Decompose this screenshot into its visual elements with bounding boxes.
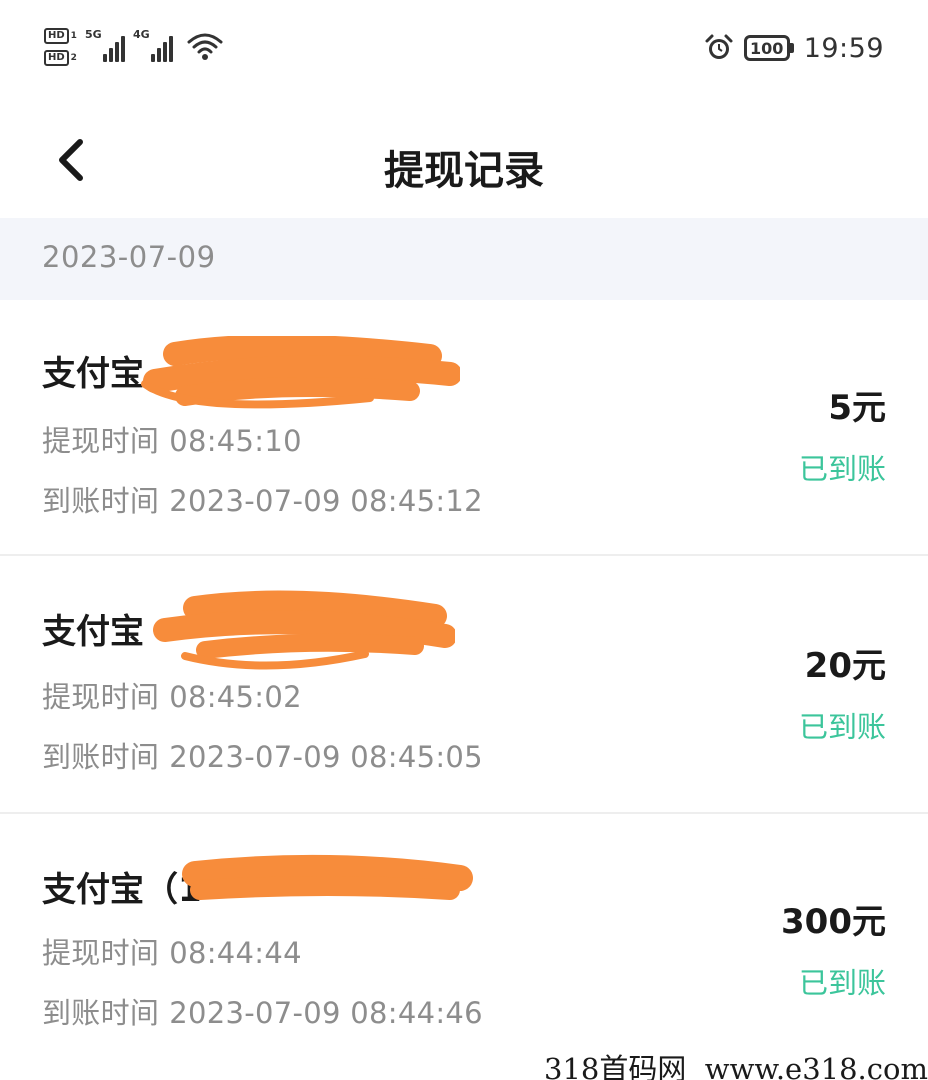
date-group-label: 2023-07-09	[42, 240, 216, 274]
status-bar-right: 100 19:59	[704, 28, 884, 68]
signal-icon-sim1: 5G	[85, 28, 125, 62]
hd1-sub: 1	[70, 31, 77, 41]
record-arrive-time: 到账时间 2023-07-09 08:45:05	[42, 740, 483, 774]
app-header: 提现记录	[0, 110, 928, 210]
record-account: 支付宝	[42, 354, 144, 394]
battery-icon: 100	[743, 35, 794, 61]
status-bar: HD 1 HD 2 5G 4G 100 19:59	[0, 0, 928, 96]
hd1-label: HD	[44, 28, 69, 44]
record-amount: 20元	[804, 646, 886, 686]
record-account: 支付宝	[42, 612, 144, 652]
withdrawal-record[interactable]: 支付宝 提现时间 08:45:10 到账时间 2023-07-09 08:45:12…	[0, 300, 928, 556]
record-account: 支付宝（1	[42, 870, 202, 910]
redaction-scribble	[153, 590, 455, 670]
hd-indicator-1: HD 1	[44, 28, 77, 44]
record-withdraw-time: 提现时间 08:45:02	[42, 680, 302, 714]
record-status: 已到账	[798, 966, 886, 1000]
alarm-icon	[705, 34, 733, 59]
record-withdraw-time: 提现时间 08:44:44	[42, 936, 302, 970]
wifi-icon	[187, 33, 223, 60]
date-group-header: 2023-07-09	[0, 218, 928, 300]
site-watermark: 318首码网 www.e318.com	[544, 1052, 928, 1080]
sim1-network-label: 5G	[84, 28, 102, 41]
record-arrive-time: 到账时间 2023-07-09 08:44:46	[42, 996, 483, 1030]
signal-icon-sim2: 4G	[133, 28, 173, 62]
record-withdraw-time: 提现时间 08:45:10	[42, 424, 302, 458]
status-time: 19:59	[803, 32, 884, 64]
hd-indicators: HD 1 HD 2	[44, 28, 77, 66]
hd-indicator-2: HD 2	[44, 50, 77, 66]
record-status: 已到账	[798, 710, 886, 744]
hd2-label: HD	[44, 50, 69, 66]
redaction-scribble	[141, 336, 460, 409]
hd2-sub: 2	[70, 53, 77, 63]
record-arrive-time: 到账时间 2023-07-09 08:45:12	[42, 484, 483, 518]
battery-level: 100	[743, 35, 790, 61]
redaction-scribble	[182, 854, 473, 900]
sim2-network-label: 4G	[132, 28, 150, 41]
record-amount: 5元	[828, 388, 886, 428]
page-title: 提现记录	[384, 148, 544, 194]
status-bar-left: HD 1 HD 2 5G 4G	[44, 28, 223, 72]
record-status: 已到账	[798, 452, 886, 486]
record-amount: 300元	[781, 902, 886, 942]
withdrawal-record[interactable]: 支付宝 提现时间 08:45:02 到账时间 2023-07-09 08:45:05…	[0, 558, 928, 814]
withdrawal-record[interactable]: 支付宝（1 提现时间 08:44:44 到账时间 2023-07-09 08:44:…	[0, 816, 928, 1072]
